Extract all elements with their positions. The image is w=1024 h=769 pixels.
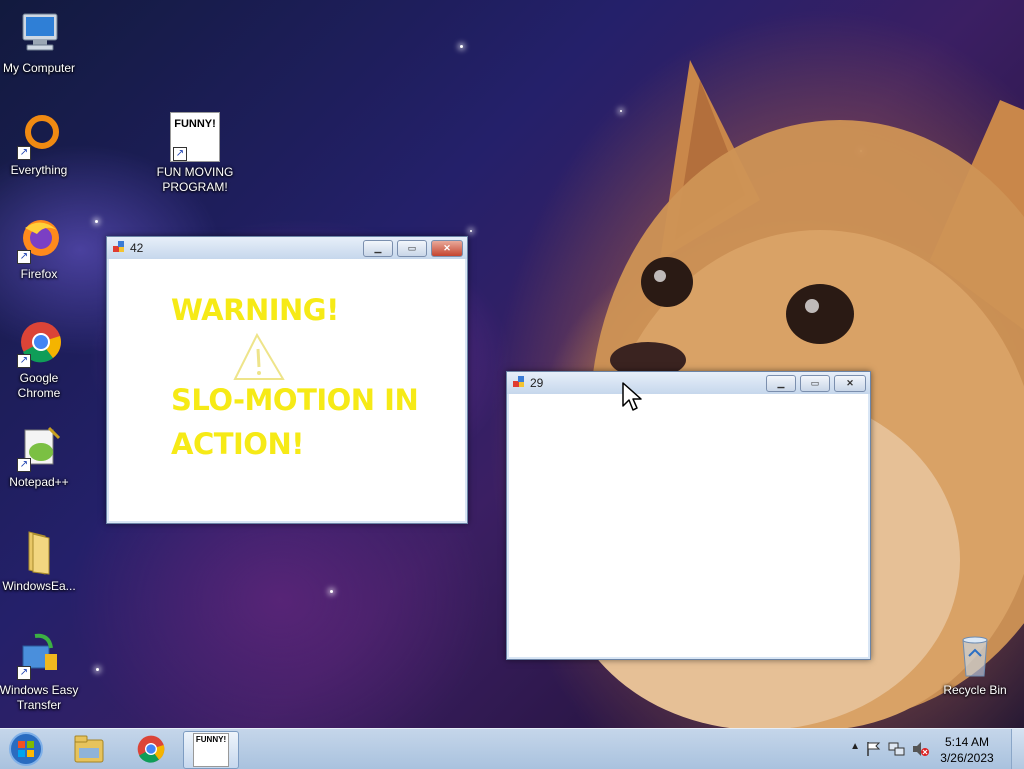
network-icon[interactable] xyxy=(888,741,906,757)
window-42-client: WARNING! SLO-MOTION IN ACTION! xyxy=(109,259,465,521)
desktop-icon-label: Notepad++ xyxy=(9,475,69,489)
window-29[interactable]: 29 ▁ ▭ ✕ xyxy=(506,371,871,660)
desktop-icon-everything[interactable]: ↗ Everything xyxy=(0,112,79,178)
warning-text-line2: SLO-MOTION IN xyxy=(171,383,419,417)
close-icon: ✕ xyxy=(846,378,854,388)
desktop-icon-label: WindowsEa... xyxy=(2,579,76,593)
window-29-client xyxy=(509,394,868,657)
desktop-icon-label: FUN MOVING PROGRAM! xyxy=(156,165,234,194)
taskbar-chrome-button[interactable] xyxy=(124,731,178,767)
folder-icon xyxy=(28,531,50,575)
warning-triangle-icon xyxy=(233,332,285,380)
desktop-icon-label: My Computer xyxy=(2,61,76,75)
minimize-button[interactable]: ▁ xyxy=(766,375,796,392)
funny-program-icon: FUNNY! xyxy=(193,733,229,767)
funny-program-icon: FUNNY! xyxy=(174,118,216,130)
shortcut-arrow-icon: ↗ xyxy=(173,147,187,161)
shortcut-arrow-icon: ↗ xyxy=(17,250,31,264)
window-29-titlebar[interactable]: 29 ▁ ▭ ✕ xyxy=(507,372,870,394)
desktop-icon-notepadpp[interactable]: ↗ Notepad++ xyxy=(0,424,79,490)
shortcut-arrow-icon: ↗ xyxy=(17,458,31,472)
chrome-icon xyxy=(137,735,165,763)
maximize-icon: ▭ xyxy=(810,378,820,388)
mouse-cursor-icon xyxy=(622,382,642,411)
maximize-icon: ▭ xyxy=(407,243,417,253)
desktop-icon-windowsea-folder[interactable]: WindowsEa... xyxy=(0,528,79,594)
start-button[interactable] xyxy=(0,731,52,767)
desktop-icon-label: Everything xyxy=(10,163,68,177)
minimize-button[interactable]: ▁ xyxy=(363,240,393,257)
taskbar-explorer-button[interactable] xyxy=(62,731,116,767)
funny-program-thumb-text: FUNNY! xyxy=(195,735,227,744)
app-window-icon xyxy=(113,241,124,252)
close-button[interactable]: ✕ xyxy=(431,240,463,257)
minimize-icon: ▁ xyxy=(777,378,785,388)
desktop-icon-label: Recycle Bin xyxy=(943,683,1007,697)
start-orb-icon xyxy=(9,732,43,766)
window-title: 42 xyxy=(130,241,144,255)
clock-time: 5:14 AM xyxy=(944,735,990,749)
minimize-icon: ▁ xyxy=(374,243,382,253)
desktop-icon-firefox[interactable]: ↗ Firefox xyxy=(0,216,79,282)
show-desktop-button[interactable] xyxy=(1011,729,1024,769)
desktop-icon-label: Windows Easy Transfer xyxy=(0,683,79,712)
desktop-icon-my-computer[interactable]: My Computer xyxy=(0,10,79,76)
clock-date: 3/26/2023 xyxy=(940,751,994,765)
show-hidden-icons-button[interactable]: ▲ xyxy=(850,741,860,752)
desktop-icon-recycle-bin[interactable]: Recycle Bin xyxy=(935,632,1015,698)
taskbar-funny-program-button[interactable]: FUNNY! xyxy=(183,731,239,769)
shortcut-arrow-icon: ↗ xyxy=(17,146,31,160)
taskbar-clock[interactable]: 5:14 AM 3/26/2023 xyxy=(932,734,1002,766)
taskbar: FUNNY! ▲ 5:14 AM 3/26/2023 xyxy=(0,728,1024,769)
shortcut-arrow-icon: ↗ xyxy=(17,354,31,368)
app-window-icon xyxy=(513,376,524,387)
volume-muted-icon[interactable] xyxy=(912,741,930,757)
desktop-icon-fun-moving-program[interactable]: FUNNY! ↗ FUN MOVING PROGRAM! xyxy=(155,112,235,195)
maximize-button[interactable]: ▭ xyxy=(800,375,830,392)
desktop-icon-windows-easy-transfer[interactable]: ↗ Windows Easy Transfer xyxy=(0,632,79,713)
close-icon: ✕ xyxy=(443,243,451,253)
warning-text-line3: ACTION! xyxy=(171,427,304,461)
desktop-icon-label: Google Chrome xyxy=(17,371,61,400)
maximize-button[interactable]: ▭ xyxy=(397,240,427,257)
shortcut-arrow-icon: ↗ xyxy=(17,666,31,680)
desktop-icon-label: Firefox xyxy=(20,267,58,281)
recycle-bin-icon xyxy=(962,636,988,677)
window-42-titlebar[interactable]: 42 ▁ ▭ ✕ xyxy=(107,237,467,259)
explorer-icon xyxy=(74,735,104,763)
close-button[interactable]: ✕ xyxy=(834,375,866,392)
window-title: 29 xyxy=(530,376,544,390)
desktop-icon-google-chrome[interactable]: ↗ Google Chrome xyxy=(0,320,79,401)
action-center-flag-icon[interactable] xyxy=(866,741,882,757)
warning-text-line1: WARNING! xyxy=(171,293,339,327)
computer-icon xyxy=(22,13,58,51)
window-42[interactable]: 42 ▁ ▭ ✕ WARNING! SLO-MOTION IN ACTION! xyxy=(106,236,468,524)
